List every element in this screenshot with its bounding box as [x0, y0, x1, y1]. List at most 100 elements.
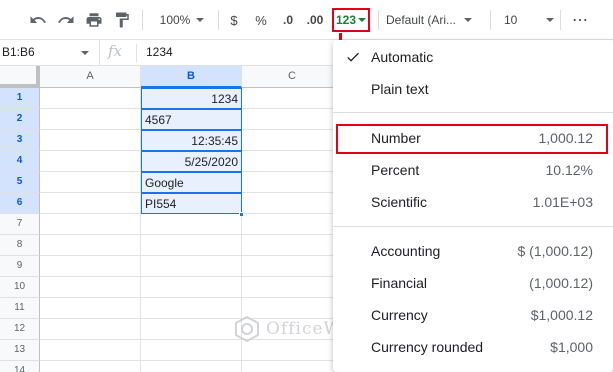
fill-handle[interactable]: [239, 212, 244, 217]
chevron-down-icon: [358, 18, 367, 22]
cell-c9[interactable]: [242, 256, 343, 277]
cell-a11[interactable]: [40, 298, 141, 319]
increase-decimal-button[interactable]: .00: [304, 8, 326, 32]
cell-a3[interactable]: [40, 130, 141, 151]
cell-c8[interactable]: [242, 235, 343, 256]
menu-item-label: Scientific: [371, 194, 428, 210]
row-header[interactable]: 1: [0, 88, 40, 109]
cell-c1[interactable]: [242, 88, 343, 109]
cell-a14[interactable]: [40, 361, 141, 372]
cell-c5[interactable]: [242, 172, 343, 193]
menu-item-plain-text[interactable]: Plain text: [333, 73, 613, 105]
row-header[interactable]: 13: [0, 340, 40, 361]
cell-b8[interactable]: [141, 235, 242, 256]
cell-a12[interactable]: [40, 319, 141, 340]
cell-c14[interactable]: [242, 361, 343, 372]
officewheel-logo-icon: [235, 316, 259, 342]
cell-b10[interactable]: [141, 277, 242, 298]
menu-item-label: Financial: [371, 275, 428, 291]
cell-c10[interactable]: [242, 277, 343, 298]
formula-divider: [136, 44, 137, 62]
cell-a9[interactable]: [40, 256, 141, 277]
menu-item-automatic[interactable]: Automatic: [333, 41, 613, 73]
more-formats-button[interactable]: 123: [332, 8, 370, 32]
cell-b11[interactable]: [141, 298, 242, 319]
name-box-value: B1:B6: [2, 45, 35, 59]
decrease-decimal-button[interactable]: .0: [278, 8, 298, 32]
number-format-menu: Automatic Plain text Number 1,000.12 Per…: [333, 40, 613, 372]
cell-b14[interactable]: [141, 361, 242, 372]
menu-item-example: (1,000.12): [529, 275, 593, 291]
column-header-a[interactable]: A: [40, 66, 141, 88]
cell-b9[interactable]: [141, 256, 242, 277]
cell-a10[interactable]: [40, 277, 141, 298]
cell-a1[interactable]: [40, 88, 141, 109]
number-highlight-box: [336, 124, 608, 154]
menu-item-accounting[interactable]: Accounting $ (1,000.12): [333, 235, 613, 267]
name-box[interactable]: B1:B6: [0, 40, 100, 65]
cell-b12[interactable]: [141, 319, 242, 340]
row-header[interactable]: 7: [0, 214, 40, 235]
row-header[interactable]: 5: [0, 172, 40, 193]
column-header-c[interactable]: C: [242, 66, 343, 88]
menu-item-label: Accounting: [371, 243, 441, 259]
currency-format-button[interactable]: $: [226, 8, 242, 32]
row-header[interactable]: 11: [0, 298, 40, 319]
cell-b4[interactable]: 5/25/2020: [141, 151, 242, 172]
menu-divider: [333, 226, 613, 227]
cell-c7[interactable]: [242, 214, 343, 235]
row-header[interactable]: 9: [0, 256, 40, 277]
cell-a8[interactable]: [40, 235, 141, 256]
row-header[interactable]: 4: [0, 151, 40, 172]
cell-c4[interactable]: [242, 151, 343, 172]
cell-c13[interactable]: [242, 340, 343, 361]
print-icon[interactable]: [84, 8, 104, 32]
zoom-select[interactable]: 100%: [152, 8, 212, 32]
cell-b3[interactable]: 12:35:45: [141, 130, 242, 151]
cell-c6[interactable]: [242, 193, 343, 214]
cell-b6[interactable]: PI554: [141, 193, 242, 214]
chevron-down-icon: [546, 18, 554, 22]
font-select[interactable]: Default (Ari...: [386, 8, 482, 32]
row-header[interactable]: 3: [0, 130, 40, 151]
column-header-b[interactable]: B: [141, 66, 242, 88]
row-header[interactable]: 8: [0, 235, 40, 256]
cell-c2[interactable]: [242, 109, 343, 130]
menu-item-label: Currency: [371, 307, 428, 323]
undo-icon[interactable]: [28, 8, 48, 32]
select-all-corner[interactable]: [0, 66, 40, 88]
cell-b13[interactable]: [141, 340, 242, 361]
cell-c3[interactable]: [242, 130, 343, 151]
toolbar-divider: [560, 10, 561, 30]
toolbar: 100% $ % .0 .00 123 Default (Ari... 10 ⋯: [0, 0, 613, 40]
font-size-select[interactable]: 10: [498, 8, 554, 32]
toolbar-divider: [378, 10, 379, 30]
row-header[interactable]: 14: [0, 361, 40, 372]
paint-format-icon[interactable]: [112, 8, 132, 32]
cell-b1[interactable]: 1234: [141, 88, 242, 109]
percent-format-button[interactable]: %: [253, 8, 269, 32]
menu-item-currency[interactable]: Currency $1,000.12: [333, 299, 613, 331]
cell-b5[interactable]: Google: [141, 172, 242, 193]
redo-icon[interactable]: [56, 8, 76, 32]
cell-a13[interactable]: [40, 340, 141, 361]
menu-item-scientific[interactable]: Scientific 1.01E+03: [333, 186, 613, 218]
row-header[interactable]: 10: [0, 277, 40, 298]
cell-a2[interactable]: [40, 109, 141, 130]
menu-item-currency-rounded[interactable]: Currency rounded $1,000: [333, 331, 613, 363]
menu-item-financial[interactable]: Financial (1,000.12): [333, 267, 613, 299]
cell-a7[interactable]: [40, 214, 141, 235]
row-header[interactable]: 6: [0, 193, 40, 214]
row-header[interactable]: 2: [0, 109, 40, 130]
menu-item-label: Plain text: [371, 81, 429, 97]
row-header[interactable]: 12: [0, 319, 40, 340]
cell-b2[interactable]: 4567: [141, 109, 242, 130]
menu-item-percent[interactable]: Percent 10.12%: [333, 154, 613, 186]
cell-a6[interactable]: [40, 193, 141, 214]
cell-b7[interactable]: [141, 214, 242, 235]
more-icon[interactable]: ⋯: [568, 8, 592, 32]
cell-a5[interactable]: [40, 172, 141, 193]
cell-a4[interactable]: [40, 151, 141, 172]
formula-input[interactable]: 1234: [146, 40, 173, 65]
font-value: Default (Ari...: [386, 13, 457, 27]
